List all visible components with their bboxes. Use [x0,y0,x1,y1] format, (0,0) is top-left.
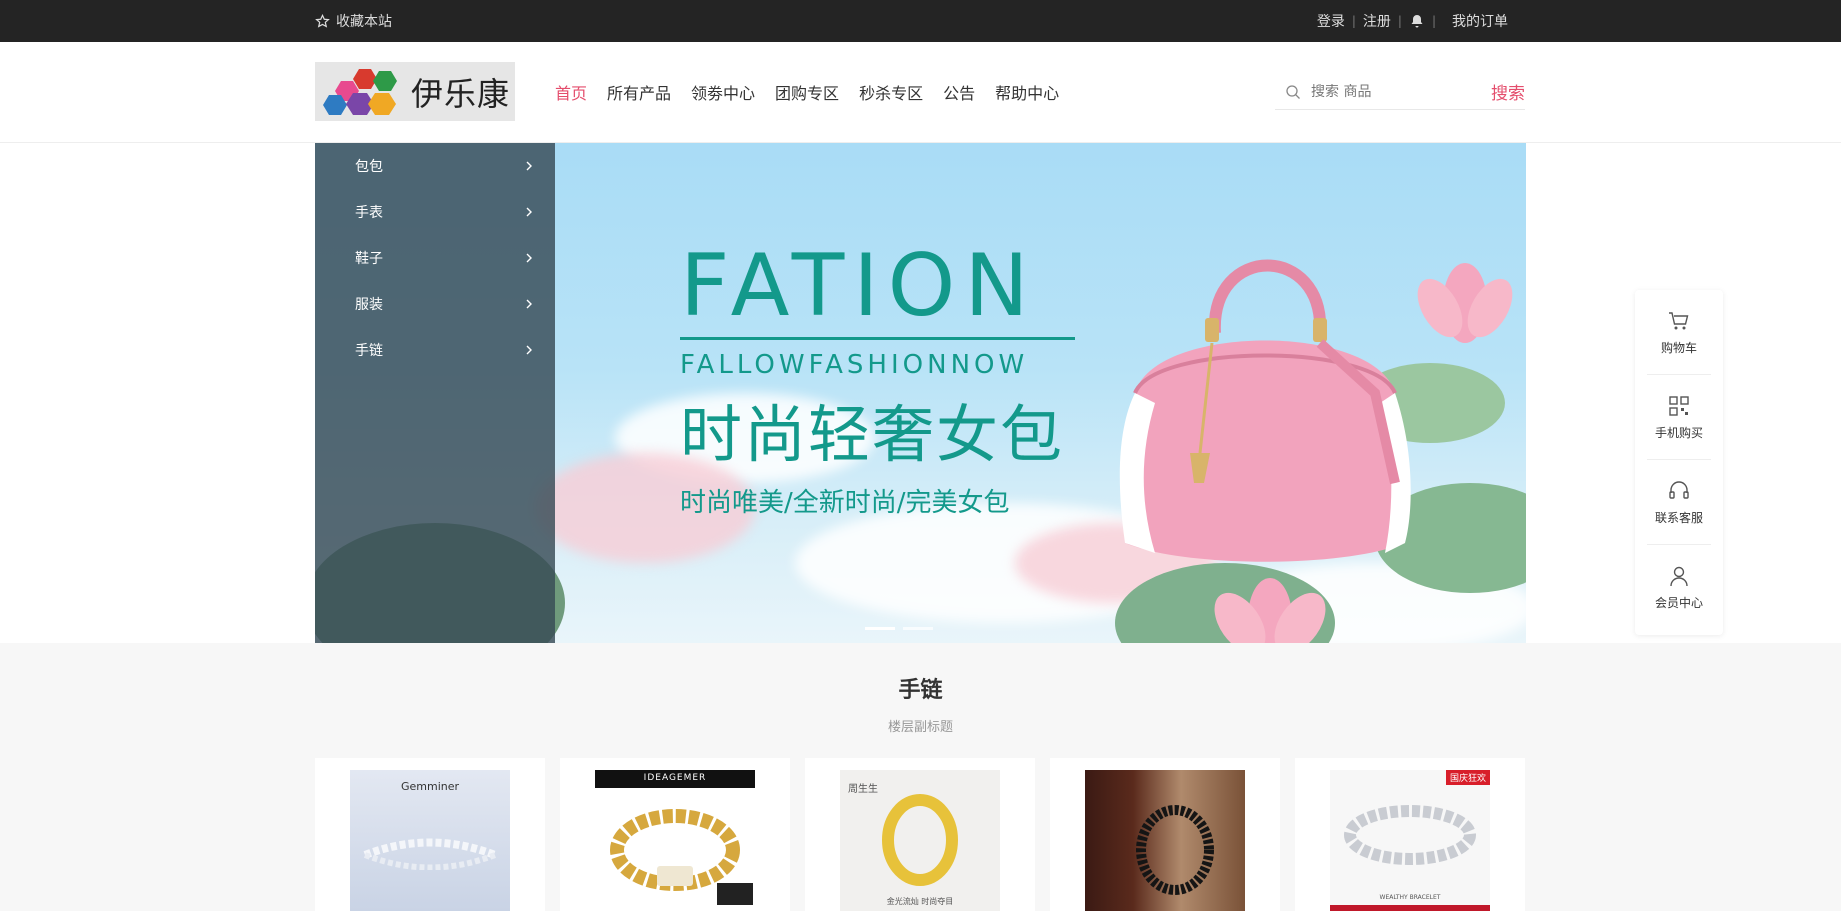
float-mobile-buy-label: 手机购买 [1654,425,1703,440]
divider: | [1397,14,1402,28]
product-card[interactable]: Gemminer [315,758,545,911]
handbag-image [1119,259,1411,562]
product-brand: IDEAGEMER [643,773,707,783]
user-icon [1670,566,1688,587]
product-list: Gemminer IDEAGEMER 周生生 金光流灿 时尚夺目 国庆狂欢 WE… [315,758,1525,911]
category-item-bracelets[interactable]: 手链 [315,327,555,373]
float-member-center-label: 会员中心 [1654,596,1703,610]
search-icon [1286,84,1300,99]
bracelet-image [1344,805,1476,865]
banner-carousel[interactable]: 包包 手表 鞋子 服装 手链 FATION FALLOWFASHIONNOW 时… [315,143,1526,643]
product-card[interactable]: 国庆狂欢 WEALTHY BRACELET [1295,758,1525,911]
category-label: 服装 [355,297,383,313]
nav-help-center[interactable]: 帮助中心 [995,80,1059,104]
banner-text: FATION FALLOWFASHIONNOW 时尚轻奢女包 时尚唯美/全新时尚… [680,243,1075,519]
chevron-right-icon [526,299,532,309]
bracelet-image [610,809,740,891]
qrcode-icon [1669,395,1689,416]
banner-cn-subtitle: 时尚唯美/全新时尚/完美女包 [680,488,1010,518]
search-bar: 搜索 [1275,74,1525,110]
product-card[interactable] [1050,758,1280,911]
bracelet-image [882,794,958,886]
promo-badge: 国庆狂欢 [1445,770,1490,785]
top-account-links: 登录 | 注册 | | 我的订单 [1317,11,1508,31]
category-item-bags[interactable]: 包包 [315,143,555,189]
floor-subtitle: 楼层副标题 [887,720,953,735]
bell-icon[interactable] [1409,13,1425,29]
nav-flash-sale[interactable]: 秒杀专区 [859,80,923,104]
banner-cn-title: 时尚轻奢女包 [680,398,1065,471]
star-icon [315,13,330,28]
register-link[interactable]: 注册 [1363,11,1391,31]
product-image: 周生生 金光流灿 时尚夺目 [840,770,1000,911]
category-item-clothing[interactable]: 服装 [315,281,555,327]
floor-title: 手链 [898,678,943,703]
site-header: 伊乐康 首页 所有产品 领劵中心 团购专区 秒杀专区 公告 帮助中心 搜索 [0,42,1841,143]
category-label: 鞋子 [355,251,383,267]
main-nav: 首页 所有产品 领劵中心 团购专区 秒杀专区 公告 帮助中心 [555,80,1059,104]
chevron-right-icon [526,345,532,355]
product-caption: WEALTHY BRACELET [1379,894,1441,901]
category-menu: 包包 手表 鞋子 服装 手链 [315,143,555,643]
category-label: 手链 [355,343,383,359]
logo-text: 伊乐康 [411,74,511,113]
search-input[interactable] [1311,83,1471,100]
favorite-site-link[interactable]: 收藏本站 [315,11,392,31]
logo-hexagons-icon [323,68,397,115]
site-logo[interactable]: 伊乐康 [315,62,515,121]
float-cart-label: 购物车 [1660,340,1697,355]
nav-home[interactable]: 首页 [555,80,587,104]
float-cart[interactable]: 购物车 [1647,290,1711,375]
nav-announcements[interactable]: 公告 [943,80,975,104]
carousel-dot[interactable] [865,627,895,630]
product-image: Gemminer [350,770,510,911]
carousel-indicators [865,627,933,630]
chevron-right-icon [526,207,532,217]
float-customer-service-label: 联系客服 [1654,510,1703,525]
category-item-shoes[interactable]: 鞋子 [315,235,555,281]
float-mobile-buy[interactable]: 手机购买 [1647,375,1711,460]
chevron-right-icon [526,161,532,171]
category-label: 手表 [355,205,383,221]
product-card[interactable]: IDEAGEMER [560,758,790,911]
divider: | [1351,14,1356,28]
category-label: 包包 [355,159,383,175]
float-member-center[interactable]: 会员中心 [1647,545,1711,630]
chevron-right-icon [526,253,532,263]
top-bar: 收藏本站 登录 | 注册 | | 我的订单 [0,0,1841,42]
carousel-dot[interactable] [903,627,933,630]
banner-headline: FATION [680,243,1075,340]
category-item-watches[interactable]: 手表 [315,189,555,235]
favorite-site-label: 收藏本站 [336,14,392,30]
floating-toolbar: 购物车 手机购买 联系客服 会员中心 [1635,290,1723,635]
my-orders-link[interactable]: 我的订单 [1452,11,1508,31]
bracelet-image [1136,805,1214,895]
product-image: IDEAGEMER [595,770,755,911]
product-footer-bar [1330,905,1490,911]
banner-subline: FALLOWFASHIONNOW [680,350,1029,380]
login-link[interactable]: 登录 [1317,11,1345,31]
product-image: 国庆狂欢 WEALTHY BRACELET [1330,770,1490,911]
product-caption: 金光流灿 时尚夺目 [886,897,954,906]
headset-icon [1669,480,1689,499]
product-image [1085,770,1245,911]
float-customer-service[interactable]: 联系客服 [1647,460,1711,545]
nav-group-buy[interactable]: 团购专区 [775,80,839,104]
search-button[interactable]: 搜索 [1491,79,1525,104]
nav-all-products[interactable]: 所有产品 [607,80,671,104]
product-box [717,883,753,905]
product-card[interactable]: 周生生 金光流灿 时尚夺目 [805,758,1035,911]
bracelet-image [363,838,497,870]
product-brand: Gemminer [400,780,460,793]
banner-section: 包包 手表 鞋子 服装 手链 FATION FALLOWFASHIONNOW 时… [0,143,1841,643]
divider: | [1431,14,1436,28]
cart-icon [1669,311,1689,329]
nav-coupon-center[interactable]: 领劵中心 [691,80,755,104]
